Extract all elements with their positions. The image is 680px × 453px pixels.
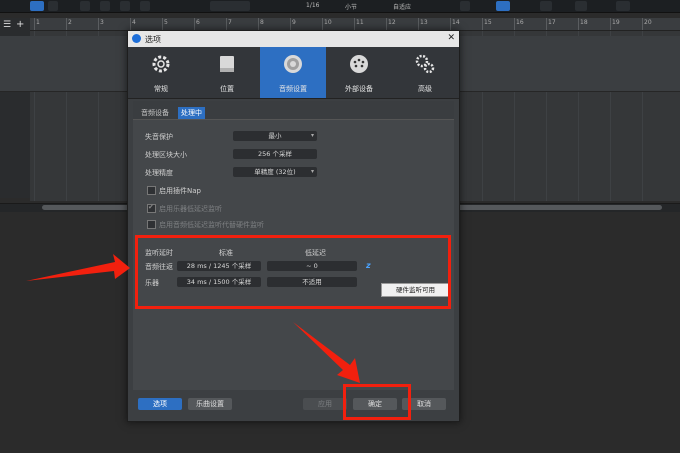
annotation-arrows (26, 254, 360, 383)
arrow-right-icon (26, 254, 130, 281)
arrow-down-right-icon (293, 322, 360, 383)
